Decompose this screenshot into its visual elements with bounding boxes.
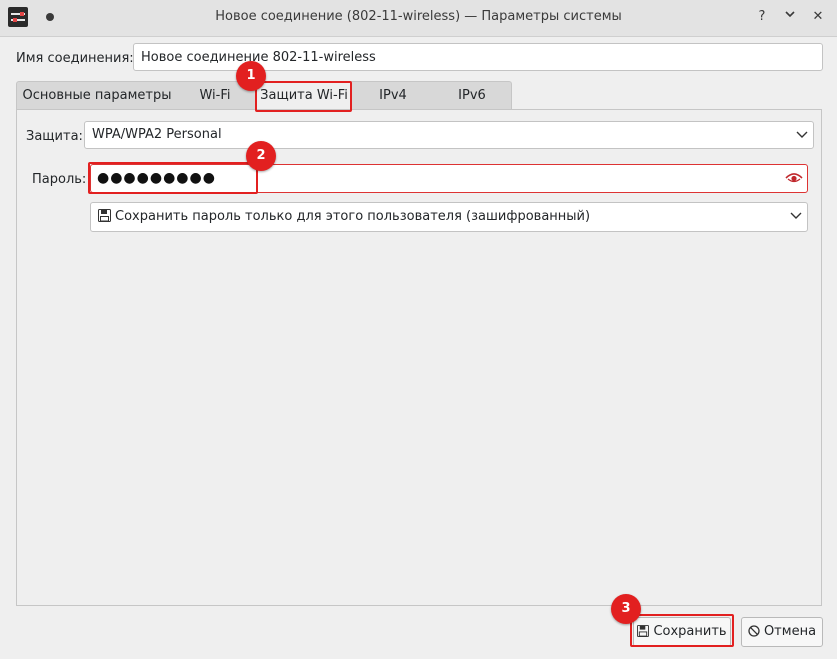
security-value: WPA/WPA2 Personal <box>92 127 222 142</box>
security-label: Защита: <box>26 129 83 144</box>
password-storage-select[interactable]: Сохранить пароль только для этого пользо… <box>90 202 808 232</box>
step-badge-1: 1 <box>236 61 266 91</box>
tab-ipv6[interactable]: IPv6 <box>431 82 513 110</box>
show-password-icon[interactable] <box>785 171 803 185</box>
connection-name-input[interactable]: Новое соединение 802-11-wireless <box>133 43 823 71</box>
chevron-down-icon <box>796 131 808 138</box>
connection-name-label: Имя соединения: <box>16 51 134 66</box>
save-icon <box>98 208 111 222</box>
cancel-icon <box>748 624 760 637</box>
title-bar: Новое соединение (802-11-wireless) — Пар… <box>0 0 837 37</box>
highlight-password <box>88 162 258 194</box>
security-select[interactable]: WPA/WPA2 Personal <box>84 121 814 149</box>
highlight-save <box>630 614 734 647</box>
close-button[interactable]: ✕ <box>809 8 827 26</box>
minimize-button[interactable] <box>781 8 799 26</box>
password-label: Пароль: <box>32 172 87 187</box>
highlight-tab-security <box>255 81 352 112</box>
cancel-label: Отмена <box>763 624 817 639</box>
step-badge-2: 2 <box>246 141 276 171</box>
password-storage-value: Сохранить пароль только для этого пользо… <box>115 209 591 224</box>
cancel-button[interactable]: Отмена <box>741 617 823 647</box>
tab-ipv4[interactable]: IPv4 <box>351 82 435 110</box>
step-badge-3: 3 <box>611 594 641 624</box>
window-title: Новое соединение (802-11-wireless) — Пар… <box>215 9 622 24</box>
chevron-down-icon <box>790 212 802 219</box>
tab-general[interactable]: Основные параметры <box>17 82 177 110</box>
help-icon[interactable]: ? <box>753 8 771 26</box>
